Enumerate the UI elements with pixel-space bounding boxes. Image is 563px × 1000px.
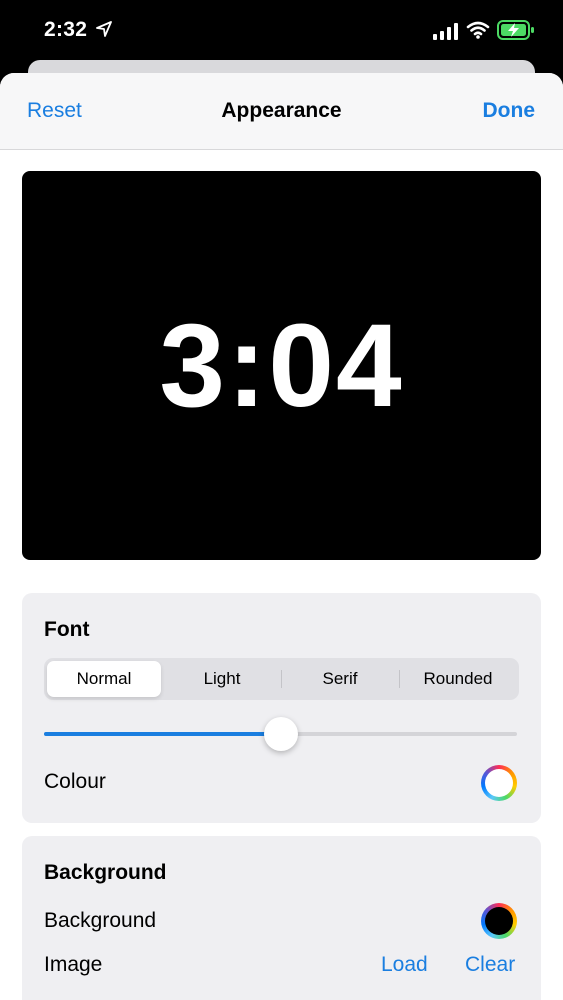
cellular-signal-icon bbox=[433, 23, 458, 40]
font-colour-swatch bbox=[485, 769, 513, 797]
page-title: Appearance bbox=[221, 99, 342, 122]
appearance-sheet: Reset Appearance Done 3:04 Font Normal L… bbox=[0, 73, 563, 1000]
slider-fill bbox=[44, 732, 281, 736]
load-image-button[interactable]: Load bbox=[381, 953, 428, 977]
background-label: Background bbox=[44, 909, 157, 932]
font-section-title: Font bbox=[44, 618, 90, 641]
status-bar: 2:32 bbox=[0, 0, 563, 62]
background-section-title: Background bbox=[44, 861, 167, 884]
font-section: Font Normal Light Serif Rounded Colour bbox=[22, 593, 541, 823]
font-colour-picker[interactable] bbox=[481, 765, 517, 801]
segment-normal[interactable]: Normal bbox=[47, 661, 161, 697]
slider-thumb[interactable] bbox=[263, 717, 298, 751]
clear-image-button[interactable]: Clear bbox=[465, 953, 515, 977]
segment-divider bbox=[281, 670, 282, 688]
background-colour-swatch bbox=[485, 907, 513, 935]
colour-label: Colour bbox=[44, 770, 106, 793]
done-button[interactable]: Done bbox=[483, 99, 536, 123]
segment-serif[interactable]: Serif bbox=[283, 661, 397, 697]
clock-preview: 3:04 bbox=[22, 171, 541, 560]
location-arrow-icon bbox=[96, 21, 112, 37]
background-section: Background Background Image Load Clear bbox=[22, 836, 541, 1000]
segment-rounded[interactable]: Rounded bbox=[401, 661, 515, 697]
battery-charging-icon bbox=[497, 20, 534, 40]
segment-divider bbox=[399, 670, 400, 688]
background-colour-picker[interactable] bbox=[481, 903, 517, 939]
segment-light[interactable]: Light bbox=[165, 661, 279, 697]
font-style-segmented-control: Normal Light Serif Rounded bbox=[44, 658, 519, 700]
wifi-icon bbox=[466, 21, 490, 39]
status-time: 2:32 bbox=[44, 18, 88, 41]
font-size-slider[interactable] bbox=[44, 717, 517, 751]
image-label: Image bbox=[44, 953, 103, 976]
navigation-bar: Reset Appearance Done bbox=[0, 73, 563, 150]
preview-clock-text: 3:04 bbox=[159, 299, 404, 432]
